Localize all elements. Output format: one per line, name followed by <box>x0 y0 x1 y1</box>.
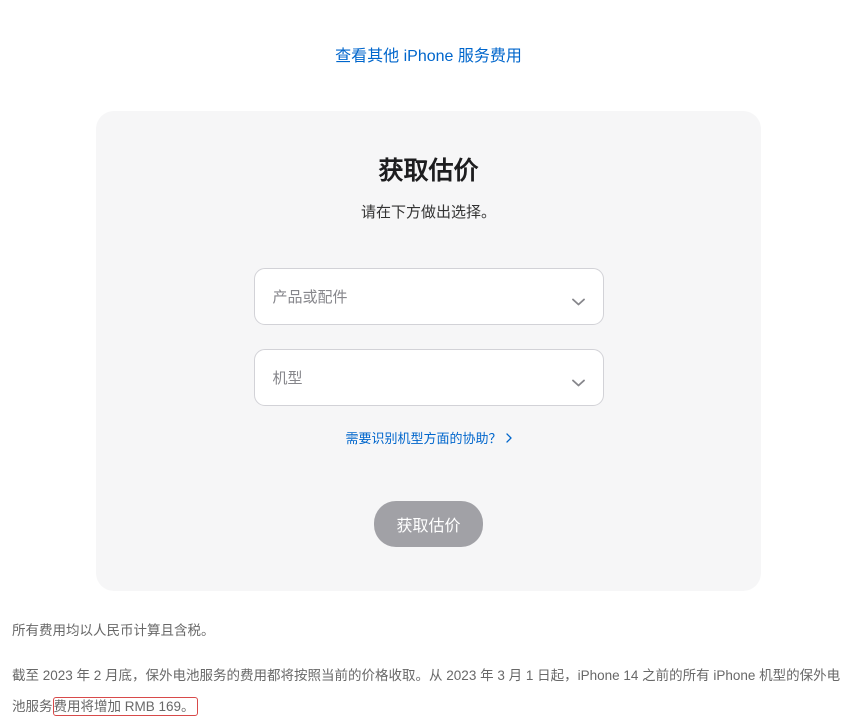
footer-text: 所有费用均以人民币计算且含税。 截至 2023 年 2 月底，保外电池服务的费用… <box>0 591 857 722</box>
select-model[interactable]: 机型 <box>254 349 604 406</box>
card-subtitle: 请在下方做出选择。 <box>96 201 761 222</box>
chevron-down-icon <box>572 374 585 382</box>
top-link-wrap: 查看其他 iPhone 服务费用 <box>0 0 857 94</box>
select-product-wrap: 产品或配件 <box>254 268 604 325</box>
footer-line2: 截至 2023 年 2 月底，保外电池服务的费用都将按照当前的价格收取。从 20… <box>12 660 845 722</box>
estimate-card: 获取估价 请在下方做出选择。 产品或配件 机型 需要识别机型方面的协助？ <box>96 111 761 591</box>
chevron-down-icon <box>572 293 585 301</box>
card-title: 获取估价 <box>96 151 761 187</box>
chevron-right-icon <box>506 433 512 443</box>
select-product[interactable]: 产品或配件 <box>254 268 604 325</box>
get-estimate-button[interactable]: 获取估价 <box>374 501 482 547</box>
footer-line1: 所有费用均以人民币计算且含税。 <box>12 615 845 646</box>
highlighted-text: 费用将增加 RMB 169。 <box>53 697 198 716</box>
identify-model-help-link[interactable]: 需要识别机型方面的协助？ <box>345 428 511 447</box>
help-link-text: 需要识别机型方面的协助？ <box>345 428 501 447</box>
other-fees-link[interactable]: 查看其他 iPhone 服务费用 <box>335 48 522 65</box>
select-product-placeholder: 产品或配件 <box>273 286 348 307</box>
select-model-placeholder: 机型 <box>273 367 303 388</box>
select-model-wrap: 机型 <box>254 349 604 406</box>
